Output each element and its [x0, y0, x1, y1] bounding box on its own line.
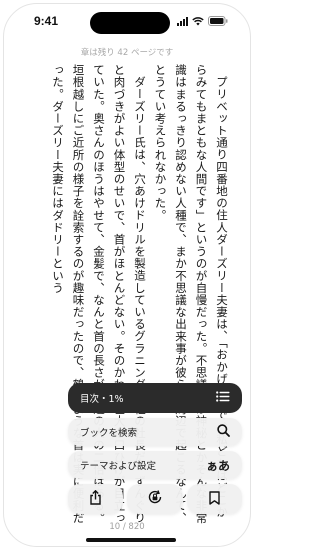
phone-screen: 9:41 章は残り 42 ページです プリベット通り四番地の住人ダーズリー夫妻は…: [3, 3, 251, 547]
search-icon: [217, 424, 230, 440]
bookmark-icon: [209, 490, 220, 509]
status-time: 9:41: [34, 14, 59, 28]
table-of-contents-button[interactable]: 目次・1%: [68, 383, 242, 413]
toc-label: 目次・1%: [80, 394, 124, 405]
status-icons: [177, 16, 228, 26]
wifi-icon: [192, 16, 204, 26]
list-icon: [216, 391, 230, 405]
search-book-button[interactable]: ブックを検索: [68, 418, 242, 446]
themes-settings-button[interactable]: テーマおよび設定 ぁあ: [68, 451, 242, 479]
page-number: 10 / 820: [109, 522, 145, 532]
text-size-icon: ぁあ: [205, 458, 230, 473]
status-bar: 9:41: [4, 4, 250, 38]
dynamic-island: [90, 12, 170, 34]
cellular-signal-icon: [177, 16, 188, 26]
chapter-remaining-text: 章は残り 42 ページです: [80, 48, 174, 58]
share-icon: [89, 489, 102, 509]
themes-settings-label: テーマおよび設定: [80, 461, 157, 472]
battery-icon: [208, 16, 228, 26]
home-indicator: [86, 538, 176, 542]
bookmark-button[interactable]: [186, 484, 242, 514]
share-button[interactable]: [68, 484, 124, 514]
rotation-lock-button[interactable]: [127, 484, 183, 514]
bottom-toolbar: [68, 484, 242, 514]
rotation-lock-icon: [147, 489, 163, 509]
search-book-label: ブックを検索: [80, 428, 138, 439]
